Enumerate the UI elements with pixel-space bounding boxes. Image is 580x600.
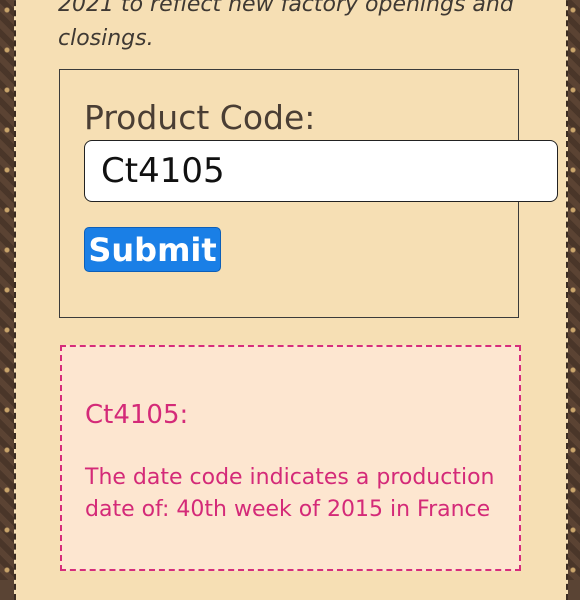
product-code-input[interactable]	[84, 140, 558, 202]
product-code-label: Product Code:	[84, 98, 316, 137]
decorative-border-right	[566, 0, 580, 580]
result-box	[60, 345, 521, 571]
decorative-border-left	[0, 0, 14, 580]
intro-text: 2021 to reflect new factory openings and…	[58, 0, 514, 51]
result-message: The date code indicates a production dat…	[85, 465, 495, 522]
result-title: Ct4105:	[85, 400, 189, 430]
submit-button[interactable]: Submit	[84, 227, 221, 272]
